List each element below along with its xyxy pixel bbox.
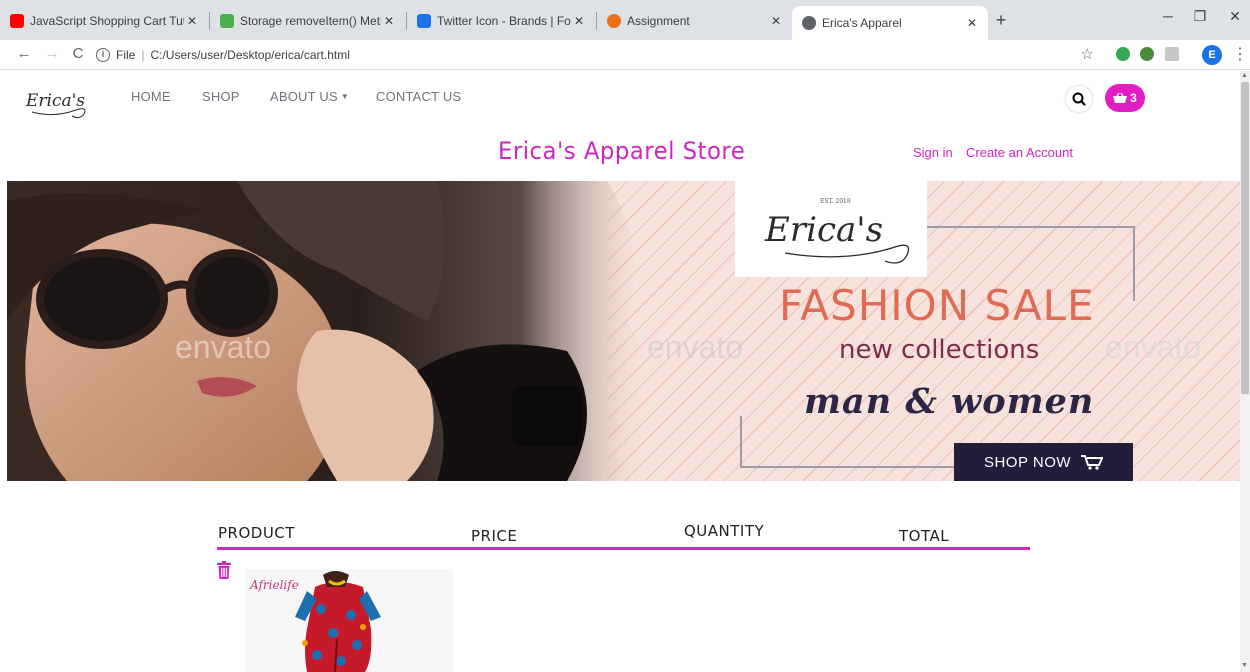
nav-contact[interactable]: CONTACT US (376, 89, 461, 104)
banner-tagline: man & women (804, 381, 1095, 422)
sign-in-link[interactable]: Sign in (913, 145, 953, 160)
restore-button[interactable]: ❐ (1190, 8, 1210, 25)
header-divider (217, 547, 1030, 550)
tab-label: Twitter Icon - Brands | Font Awes (437, 14, 571, 28)
back-button[interactable]: ← (14, 45, 34, 62)
basket-icon (1113, 93, 1128, 103)
youtube-icon (10, 14, 24, 28)
scroll-up-icon[interactable]: ▲ (1241, 72, 1248, 79)
extension-globe-icon[interactable] (1140, 47, 1154, 61)
scrollbar-thumb[interactable] (1241, 82, 1249, 394)
info-icon[interactable]: i (96, 48, 110, 62)
browser-tab-1[interactable]: JavaScript Shopping Cart Tutorial ✕ (0, 8, 208, 34)
shopping-cart-icon (1081, 455, 1104, 470)
address-text: C:/Users/user/Desktop/erica/cart.html (150, 48, 350, 62)
browser-tab-3[interactable]: Twitter Icon - Brands | Font Awes ✕ (407, 8, 595, 34)
frame-line (927, 226, 1135, 228)
forward-button[interactable]: → (42, 45, 62, 62)
tab-label: Assignment (627, 14, 690, 28)
browser-tab-active[interactable]: Erica's Apparel ✕ (792, 6, 988, 40)
caret-down-icon: ▼ (340, 92, 349, 101)
create-account-link[interactable]: Create an Account (966, 145, 1073, 160)
extension-pdf-icon[interactable] (1165, 47, 1179, 61)
shop-now-label: SHOP NOW (983, 453, 1072, 471)
browser-toolbar: ← → C i File | C:/Users/user/Desktop/eri… (0, 40, 1250, 70)
browser-tab-2[interactable]: Storage removeItem() Method ✕ (210, 8, 405, 34)
minimize-button[interactable]: ─ (1158, 8, 1178, 24)
globe-icon (802, 16, 816, 30)
cart-count: 3 (1130, 91, 1137, 105)
close-icon[interactable]: ✕ (184, 14, 200, 28)
extension-shield-icon[interactable] (1116, 47, 1130, 61)
banner-headline: FASHION SALE (779, 281, 1095, 330)
scroll-down-icon[interactable]: ▼ (1241, 662, 1248, 669)
tab-label: Erica's Apparel (822, 16, 902, 30)
tab-label: Storage removeItem() Method (240, 14, 381, 28)
shop-now-button[interactable]: SHOP NOW (954, 443, 1133, 481)
address-bar[interactable]: i File | C:/Users/user/Desktop/erica/car… (96, 43, 1094, 67)
profile-avatar[interactable]: E (1202, 45, 1222, 65)
hero-banner: envato envato envato EST. 2018 Erica's F… (7, 181, 1240, 481)
watermark-text: envato (647, 329, 744, 365)
nav-shop[interactable]: SHOP (202, 89, 240, 104)
close-icon[interactable]: ✕ (381, 14, 397, 28)
close-icon[interactable]: ✕ (571, 14, 587, 28)
tab-label: JavaScript Shopping Cart Tutorial (30, 14, 184, 28)
svg-text:Erica's: Erica's (25, 91, 85, 111)
nav-about-label: ABOUT US (270, 89, 338, 104)
svg-text:EST. 2018: EST. 2018 (820, 198, 851, 205)
address-separator: | (141, 48, 145, 62)
nav-home[interactable]: HOME (131, 89, 171, 104)
frame-line (740, 416, 742, 468)
header-total: TOTAL (899, 527, 950, 545)
watermark-text: envato (175, 329, 272, 365)
close-icon[interactable]: ✕ (964, 16, 980, 30)
erica-logo[interactable]: Erica's (24, 82, 96, 120)
search-button[interactable] (1066, 86, 1092, 112)
reload-button[interactable]: C (68, 45, 88, 62)
trash-icon[interactable] (217, 561, 231, 579)
fontawesome-icon (417, 14, 431, 28)
assignment-icon (607, 14, 621, 28)
banner-subline: new collections (839, 335, 1040, 365)
header-quantity: QUANTITY (684, 522, 765, 540)
address-prefix: File (116, 48, 136, 62)
window-close-button[interactable]: ✕ (1225, 8, 1245, 25)
banner-logo: EST. 2018 Erica's (735, 181, 927, 277)
frame-line (1133, 226, 1135, 301)
watermark-text: envato (1105, 329, 1202, 365)
browser-tab-4[interactable]: Assignment ✕ (597, 8, 792, 34)
svg-text:Erica's: Erica's (764, 210, 883, 250)
header-product: PRODUCT (218, 524, 295, 542)
new-tab-button[interactable]: + (991, 10, 1011, 30)
header-price: PRICE (471, 527, 518, 545)
browser-menu-icon[interactable]: ⋮ (1232, 44, 1248, 64)
product-brand-label: Afrielife (250, 578, 299, 592)
close-icon[interactable]: ✕ (768, 14, 784, 28)
store-title: Erica's Apparel Store (498, 137, 746, 165)
cart-button[interactable]: 3 (1105, 84, 1145, 112)
web-page: Erica's HOME SHOP ABOUT US ▼ CONTACT US 3… (0, 71, 1240, 672)
frame-line (740, 466, 954, 468)
bookmark-star-icon[interactable]: ☆ (1081, 45, 1094, 63)
w3schools-icon (220, 14, 234, 28)
search-icon (1072, 92, 1086, 106)
banner-photo (7, 181, 650, 481)
browser-tabstrip: JavaScript Shopping Cart Tutorial ✕ Stor… (0, 0, 1250, 40)
nav-about-dropdown[interactable]: ABOUT US ▼ (270, 89, 349, 104)
